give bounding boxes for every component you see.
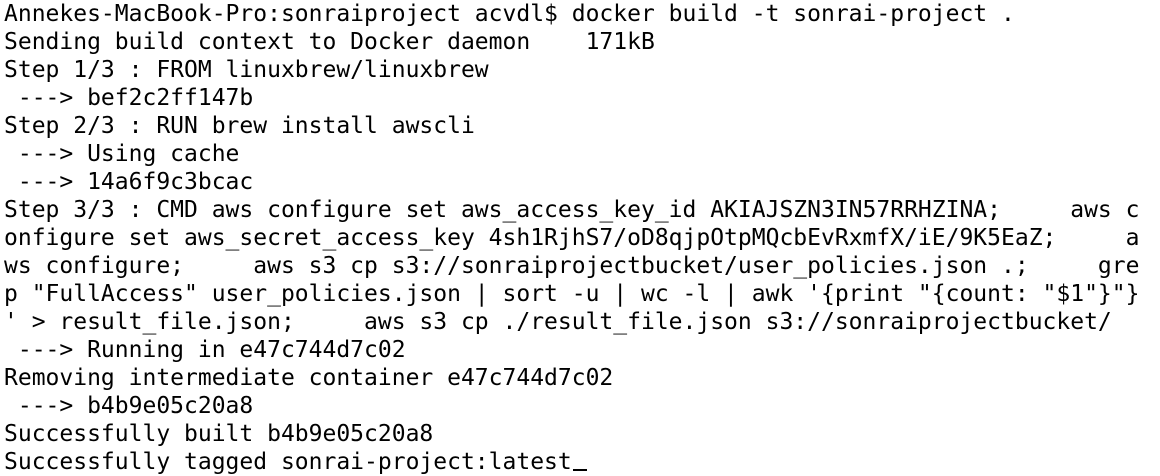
terminal-line: Successfully built b4b9e05c20a8 [4,421,434,447]
terminal-line: Step 2/3 : RUN brew install awscli [4,113,475,139]
terminal-line-text: Successfully tagged sonrai-project:lates… [4,449,572,475]
text-cursor [572,469,587,471]
terminal-line: Step 3/3 : CMD aws configure set aws_acc… [4,197,1140,223]
terminal-line-prompt-command: Annekes-MacBook-Pro:sonraiproject acvdl$… [4,1,1015,27]
terminal-line: ---> Running in e47c744d7c02 [4,337,406,363]
terminal-line: ---> b4b9e05c20a8 [4,393,254,419]
terminal-line: Step 1/3 : FROM linuxbrew/linuxbrew [4,57,489,83]
terminal-line: onfigure set aws_secret_access_key 4sh1R… [4,225,1140,251]
terminal-line: Sending build context to Docker daemon 1… [4,29,655,55]
terminal-line: p "FullAccess" user_policies.json | sort… [4,281,1140,307]
terminal-window[interactable]: Annekes-MacBook-Pro:sonraiproject acvdl$… [0,0,1160,476]
terminal-line: ---> bef2c2ff147b [4,85,254,111]
terminal-line: ws configure; aws s3 cp s3://sonraiproje… [4,253,1140,279]
terminal-line: ' > result_file.json; aws s3 cp ./result… [4,309,1112,335]
terminal-line-last: Successfully tagged sonrai-project:lates… [4,448,1160,476]
terminal-line: ---> Using cache [4,141,240,167]
terminal-line: Removing intermediate container e47c744d… [4,365,614,391]
terminal-line: ---> 14a6f9c3bcac [4,169,254,195]
